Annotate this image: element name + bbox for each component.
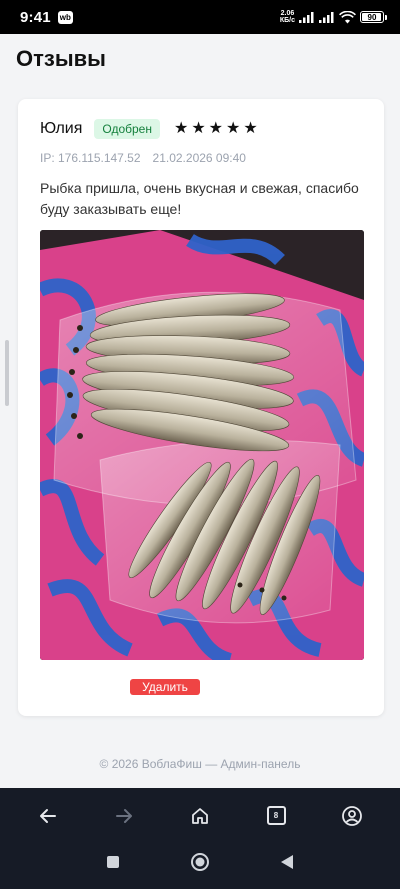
signal-icon-2: [319, 12, 334, 23]
star-icon: ★: [173, 120, 189, 137]
review-text: Рыбка пришла, очень вкусная и свежая, сп…: [40, 180, 359, 217]
recents-button[interactable]: [98, 847, 128, 877]
profile-button[interactable]: [332, 796, 372, 836]
net-speed: 2.06 КБ/с: [280, 10, 295, 24]
arrow-left-icon: [40, 808, 56, 823]
home-button[interactable]: [180, 796, 220, 836]
net-speed-value: 2.06: [280, 10, 295, 17]
rating-stars: ★ ★ ★ ★ ★: [174, 121, 258, 137]
battery-icon: 90: [360, 11, 387, 23]
home-icon: [192, 807, 208, 824]
square-icon: [107, 856, 120, 868]
delete-button[interactable]: Удалить: [130, 679, 200, 695]
footer-copyright: © 2026 ВоблаФиш — Админ-панель: [99, 757, 301, 771]
triangle-back-icon: [280, 855, 293, 869]
circle-icon: [190, 853, 209, 871]
wifi-icon: [339, 10, 356, 23]
system-nav-bar: [0, 843, 400, 889]
review-date: 21.02.2026 09:40: [152, 151, 246, 165]
status-bar: 9:41 wb 2.06 КБ/с 90: [0, 0, 400, 34]
status-badge: Одобрен: [94, 119, 160, 139]
forward-button[interactable]: [104, 796, 144, 836]
system-back-button[interactable]: [272, 847, 302, 877]
review-card: Юлия Одобрен ★ ★ ★ ★ ★ IP: 176.115.147.5…: [18, 99, 384, 716]
status-time: 9:41: [20, 8, 51, 26]
review-meta: IP: 176.115.147.52 21.02.2026 09:40: [40, 151, 246, 165]
scroll-handle[interactable]: [5, 340, 9, 406]
dried-fish-photo: [40, 230, 364, 660]
review-author: Юлия: [40, 120, 83, 137]
back-button[interactable]: [28, 796, 68, 836]
signal-icon: [299, 12, 314, 23]
review-photo[interactable]: [40, 230, 364, 660]
star-icon: ★: [191, 120, 206, 137]
tabs-button[interactable]: 8: [256, 796, 296, 836]
review-header: Юлия Одобрен ★ ★ ★ ★ ★: [40, 119, 258, 139]
browser-nav-bar: 8: [0, 788, 400, 843]
star-icon: ★: [208, 120, 224, 137]
user-circle-icon: [342, 805, 362, 826]
arrow-right-icon: [116, 808, 132, 823]
page-title: Отзывы: [16, 46, 106, 71]
net-speed-unit: КБ/с: [279, 17, 295, 24]
battery-level: 90: [367, 12, 377, 22]
star-icon: ★: [243, 120, 258, 137]
tabs-count-icon: 8: [266, 806, 286, 825]
wb-app-icon: wb: [57, 10, 73, 24]
system-home-button[interactable]: [185, 847, 215, 877]
status-indicators: 2.06 КБ/с 90: [280, 10, 387, 24]
review-ip: IP: 176.115.147.52: [40, 151, 141, 165]
star-icon: ★: [226, 120, 241, 137]
